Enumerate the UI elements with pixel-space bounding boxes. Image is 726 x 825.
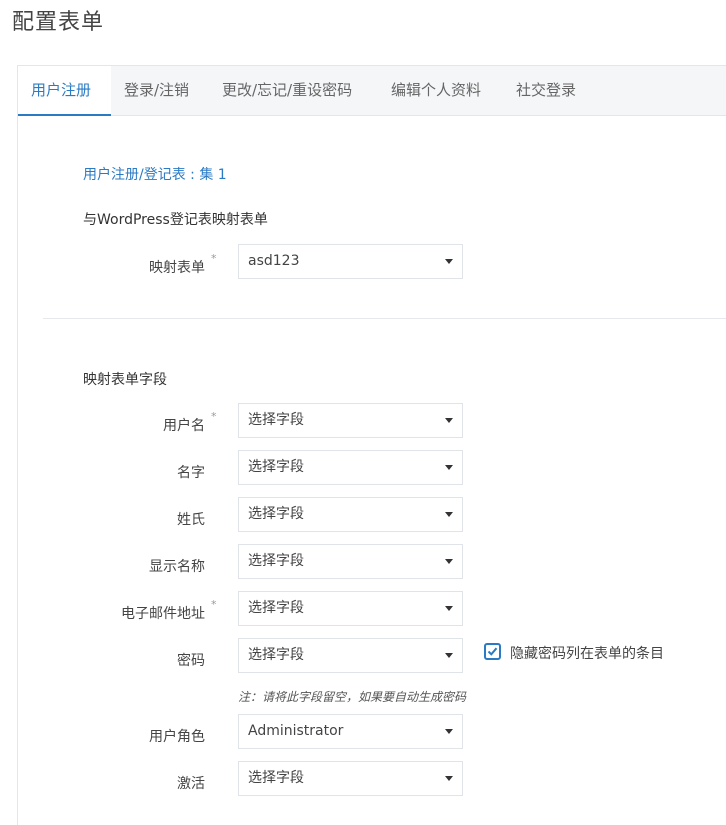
fields-heading: 映射表单字段 <box>83 372 167 388</box>
caret-down-icon <box>445 559 453 564</box>
select-value: 选择字段 <box>248 553 304 569</box>
hide-password-checkbox[interactable] <box>484 643 501 660</box>
field-label-last-name: 姓氏 <box>177 512 205 528</box>
field-label-password: 密码 <box>177 653 205 669</box>
required-mark: * <box>211 598 217 611</box>
user-role-select[interactable]: Administrator <box>238 714 463 749</box>
mapping-form-select-value: asd123 <box>248 253 300 269</box>
page-title: 配置表单 <box>12 10 105 35</box>
field-label-username: 用户名 <box>163 418 205 434</box>
tab-login-logout[interactable]: 登录/注销 <box>124 66 189 116</box>
select-value: 选择字段 <box>248 459 304 475</box>
caret-down-icon <box>445 606 453 611</box>
display-name-field-select[interactable]: 选择字段 <box>238 544 463 579</box>
caret-down-icon <box>445 418 453 423</box>
field-label-display-name: 显示名称 <box>149 559 205 575</box>
required-mark: * <box>211 252 217 265</box>
password-note: 注：请将此字段留空，如果要自动生成密码 <box>238 690 467 704</box>
caret-down-icon <box>445 512 453 517</box>
config-panel: 用户注册 登录/注销 更改/忘记/重设密码 编辑个人资料 社交登录 用户注册/登… <box>17 65 726 825</box>
select-value: 选择字段 <box>248 600 304 616</box>
caret-down-icon <box>445 729 453 734</box>
email-field-select[interactable]: 选择字段 <box>238 591 463 626</box>
hide-password-label: 隐藏密码列在表单的条目 <box>510 646 664 662</box>
select-value: 选择字段 <box>248 412 304 428</box>
caret-down-icon <box>445 776 453 781</box>
required-mark: * <box>211 410 217 423</box>
mapping-form-label-text: 映射表单 <box>149 260 205 276</box>
map-form-heading: 与WordPress登记表映射表单 <box>83 212 268 228</box>
section-divider <box>43 318 726 319</box>
mapping-form-select[interactable]: asd123 <box>238 244 463 279</box>
mapping-form-label: 映射表单 <box>23 257 205 277</box>
first-name-field-select[interactable]: 选择字段 <box>238 450 463 485</box>
select-value: 选择字段 <box>248 506 304 522</box>
tab-bar: 用户注册 登录/注销 更改/忘记/重设密码 编辑个人资料 社交登录 <box>18 66 726 116</box>
select-value: 选择字段 <box>248 647 304 663</box>
password-field-select[interactable]: 选择字段 <box>238 638 463 673</box>
tab-user-registration[interactable]: 用户注册 <box>18 66 111 116</box>
caret-down-icon <box>445 259 453 264</box>
select-value: 选择字段 <box>248 770 304 786</box>
form-set-title: 用户注册/登记表 : 集 1 <box>83 167 227 183</box>
field-label-email: 电子邮件地址 <box>121 606 205 622</box>
username-field-select[interactable]: 选择字段 <box>238 403 463 438</box>
caret-down-icon <box>445 465 453 470</box>
field-label-user-role: 用户角色 <box>149 729 205 745</box>
activation-field-select[interactable]: 选择字段 <box>238 761 463 796</box>
checkmark-icon <box>487 647 498 656</box>
select-value: Administrator <box>248 723 344 739</box>
last-name-field-select[interactable]: 选择字段 <box>238 497 463 532</box>
tab-edit-profile[interactable]: 编辑个人资料 <box>391 66 481 116</box>
tab-password-reset[interactable]: 更改/忘记/重设密码 <box>222 66 352 116</box>
field-label-first-name: 名字 <box>177 465 205 481</box>
tab-social-login[interactable]: 社交登录 <box>516 66 576 116</box>
field-label-activation: 激活 <box>177 776 205 792</box>
caret-down-icon <box>445 653 453 658</box>
